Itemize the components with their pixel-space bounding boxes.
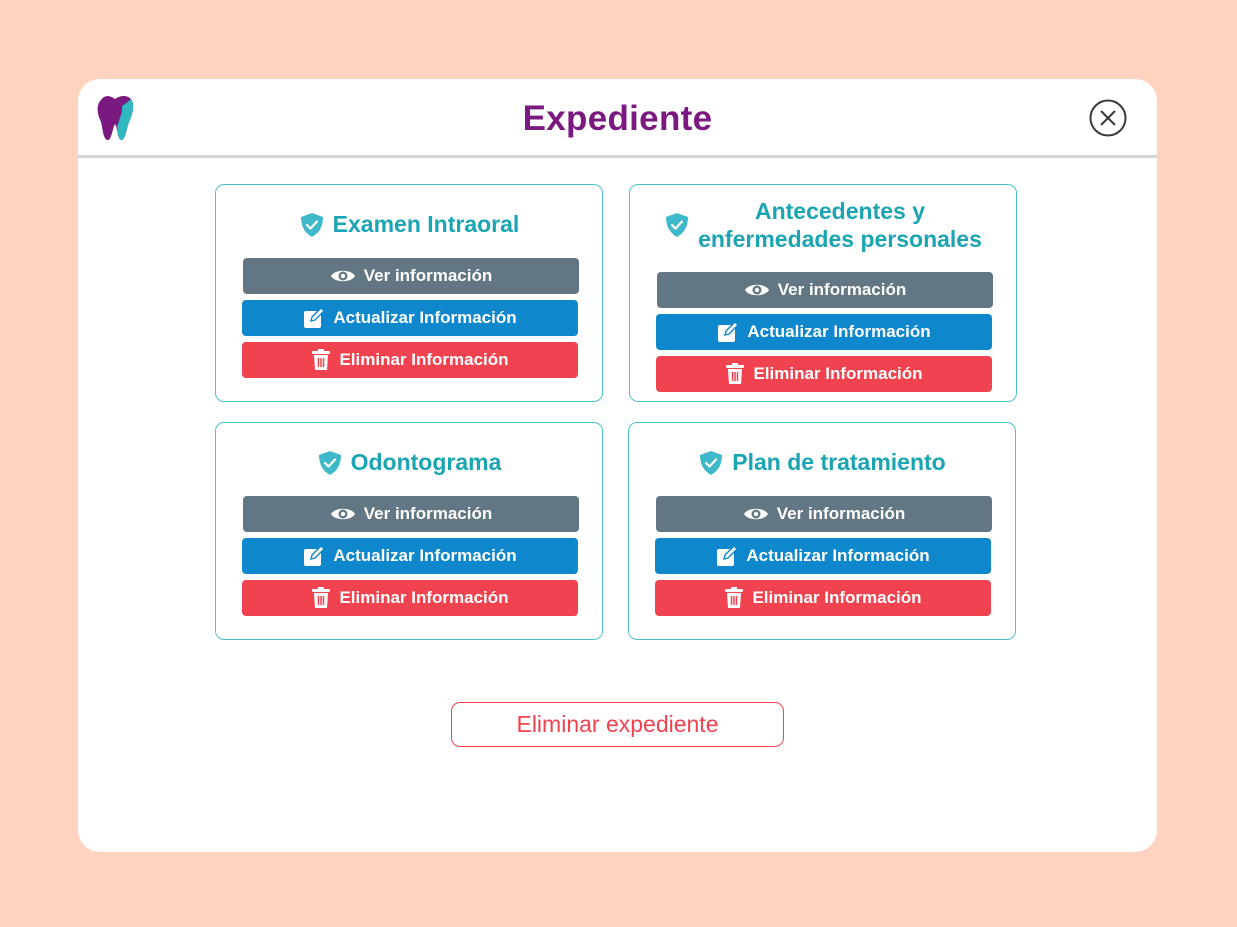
update-info-button[interactable]: Actualizar Información <box>655 538 991 574</box>
delete-info-label: Eliminar Información <box>339 350 509 369</box>
eye-icon <box>744 284 769 296</box>
eye-icon <box>743 508 768 520</box>
view-info-label: Ver información <box>363 266 493 285</box>
update-info-label: Actualizar Información <box>333 546 517 565</box>
view-info-button[interactable]: Ver información <box>243 496 579 532</box>
edit-icon <box>304 545 326 566</box>
update-info-label: Actualizar Información <box>333 308 517 327</box>
card-examen-intraoral: Examen Intraoral Ver información Actuali… <box>215 184 603 402</box>
delete-record-label: Eliminar expediente <box>516 711 719 737</box>
eye-icon <box>330 270 355 282</box>
view-info-label: Ver información <box>363 504 493 523</box>
modal-header: Expediente <box>78 79 1157 158</box>
update-info-button[interactable]: Actualizar Información <box>242 300 578 336</box>
shield-check-icon <box>700 450 723 475</box>
view-info-label: Ver información <box>777 280 907 299</box>
card-antecedentes: Antecedentes y enfermedades personales V… <box>629 184 1017 402</box>
page-title: Expediente <box>522 99 713 138</box>
card-title: Antecedentes y enfermedades personales <box>630 197 1016 253</box>
delete-info-label: Eliminar Información <box>752 588 922 607</box>
delete-info-button[interactable]: Eliminar Información <box>656 356 992 392</box>
trash-icon <box>312 587 331 608</box>
update-info-button[interactable]: Actualizar Información <box>242 538 578 574</box>
delete-record-button[interactable]: Eliminar expediente <box>451 702 784 747</box>
card-title: Examen Intraoral <box>216 211 602 238</box>
shield-check-icon <box>318 450 341 475</box>
delete-info-button[interactable]: Eliminar Información <box>655 580 991 616</box>
update-info-label: Actualizar Información <box>747 322 931 341</box>
eye-icon <box>330 508 355 520</box>
view-info-label: Ver información <box>776 504 906 523</box>
trash-icon <box>725 587 744 608</box>
view-info-button[interactable]: Ver información <box>657 272 993 308</box>
card-title-label: Odontograma <box>350 449 502 475</box>
edit-icon <box>717 545 739 566</box>
trash-icon <box>312 349 331 370</box>
card-title-line-2: enfermedades personales <box>698 226 982 252</box>
card-title: Plan de tratamiento <box>629 449 1015 476</box>
card-title: Odontograma <box>216 449 602 476</box>
record-modal: Expediente Examen Intraoral Ver informac… <box>78 79 1157 852</box>
update-info-button[interactable]: Actualizar Información <box>656 314 992 350</box>
delete-info-label: Eliminar Información <box>339 588 509 607</box>
view-info-button[interactable]: Ver información <box>656 496 992 532</box>
close-icon[interactable] <box>1089 99 1127 137</box>
trash-icon <box>726 363 745 384</box>
card-title-label: Plan de tratamiento <box>732 449 946 475</box>
delete-info-button[interactable]: Eliminar Información <box>242 342 578 378</box>
edit-icon <box>304 307 326 328</box>
update-info-label: Actualizar Información <box>746 546 930 565</box>
card-title-label: Examen Intraoral <box>332 211 520 237</box>
view-info-button[interactable]: Ver información <box>243 258 579 294</box>
card-odontograma: Odontograma Ver información Actualizar I… <box>215 422 603 640</box>
card-plan-tratamiento: Plan de tratamiento Ver información Actu… <box>628 422 1016 640</box>
edit-icon <box>718 321 740 342</box>
delete-info-button[interactable]: Eliminar Información <box>242 580 578 616</box>
shield-check-icon <box>666 213 689 237</box>
shield-check-icon <box>300 212 323 237</box>
card-title-line-1: Antecedentes y <box>754 198 925 224</box>
delete-info-label: Eliminar Información <box>753 364 923 383</box>
